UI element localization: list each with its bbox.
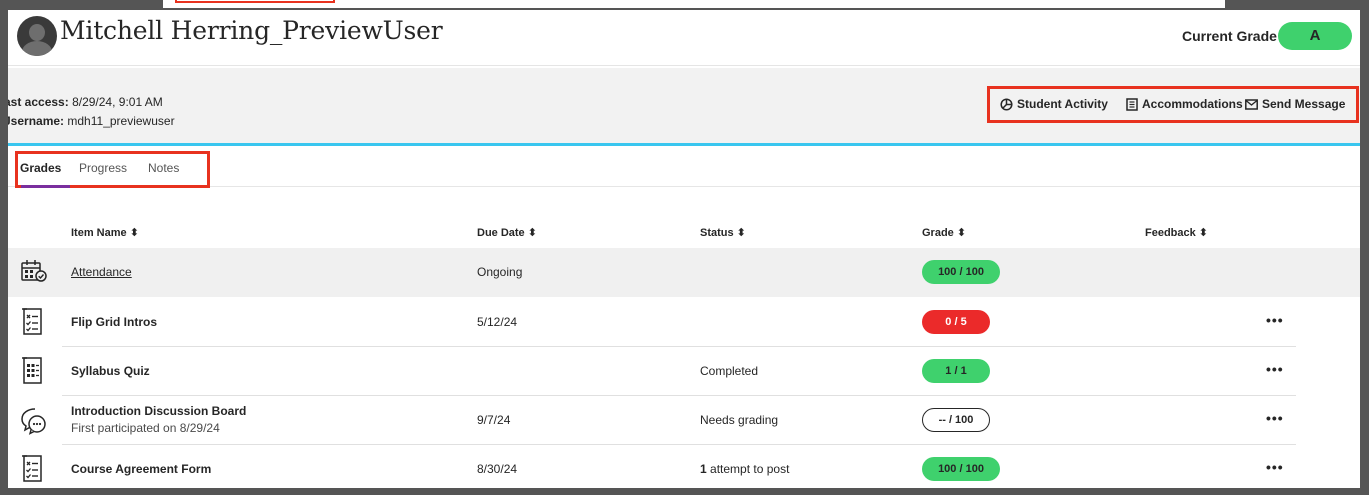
tab-notes[interactable]: Notes <box>148 161 179 175</box>
envelope-icon <box>1245 98 1258 110</box>
item-name[interactable]: Syllabus Quiz <box>71 364 150 378</box>
column-header-grade[interactable]: Grade ⬍ <box>922 226 966 239</box>
status-label: Needs grading <box>700 413 779 427</box>
avatar-head <box>29 24 45 41</box>
accommodations-button[interactable]: Accommodations <box>1126 97 1243 111</box>
participation-note: First participated on 8/29/24 <box>71 421 220 435</box>
last-access-label: ast access: <box>8 95 69 109</box>
due-date: 9/7/24 <box>477 413 511 427</box>
username-label: Jsername: <box>8 114 65 128</box>
status-count: 1 <box>700 462 707 476</box>
status-text: Completed <box>700 364 758 378</box>
accommodations-label: Accommodations <box>1142 97 1243 111</box>
attendance-calendar-icon <box>19 257 49 287</box>
current-grade-label: Current Grade <box>1182 28 1277 44</box>
status-label: attempt to post <box>706 462 790 476</box>
table-row[interactable]: Flip Grid Intros 5/12/24 0 / 5 ••• <box>8 298 1360 347</box>
username-line: Jsername: mdh11_previewuser <box>8 114 175 128</box>
active-tab-indicator <box>21 185 70 188</box>
grade-pill[interactable]: 0 / 5 <box>922 310 990 334</box>
student-info-band: ast access: 8/29/24, 9:01 AM Jsername: m… <box>8 68 1360 146</box>
grade-pill[interactable]: 1 / 1 <box>922 359 990 383</box>
student-activity-label: Student Activity <box>1017 97 1108 111</box>
grade-pill[interactable]: 100 / 100 <box>922 457 1000 481</box>
send-message-label: Send Message <box>1262 97 1346 111</box>
avatar-body <box>22 41 52 56</box>
table-row[interactable]: Introduction Discussion Board First part… <box>8 396 1360 445</box>
due-date: 5/12/24 <box>477 315 518 329</box>
table-row[interactable]: Attendance Ongoing 100 / 100 <box>8 248 1360 297</box>
tab-grades[interactable]: Grades <box>20 161 61 175</box>
item-name-link[interactable]: Attendance <box>71 265 132 279</box>
page-title: Mitchell Herring_PreviewUser <box>60 16 443 45</box>
activity-icon <box>1000 97 1013 111</box>
tab-progress[interactable]: Progress <box>79 161 127 175</box>
status-text: 1 attempt to post <box>700 462 789 476</box>
status-label: Completed <box>700 364 759 378</box>
column-header-item-name[interactable]: Item Name ⬍ <box>71 226 139 239</box>
highlight-box-fragment <box>175 0 335 3</box>
item-name[interactable]: Flip Grid Intros <box>71 315 157 329</box>
table-row[interactable]: Course Agreement Form 8/30/24 1 attempt … <box>8 445 1360 488</box>
more-options-icon[interactable]: ••• <box>1266 312 1284 328</box>
student-grades-panel: Mitchell Herring_PreviewUser Current Gra… <box>8 10 1360 488</box>
window-frame-right <box>1360 0 1369 495</box>
quiz-grid-icon <box>19 356 49 386</box>
username-value: mdh11_previewuser <box>67 114 175 128</box>
item-name[interactable]: Introduction Discussion Board <box>71 404 246 418</box>
student-header: Mitchell Herring_PreviewUser Current Gra… <box>8 10 1360 66</box>
status-text: Needs grading <box>700 413 778 427</box>
due-date: 8/30/24 <box>477 462 518 476</box>
last-access-line: ast access: 8/29/24, 9:01 AM <box>8 95 163 109</box>
grade-pill[interactable]: 100 / 100 <box>922 260 1000 284</box>
more-options-icon[interactable]: ••• <box>1266 459 1284 475</box>
send-message-button[interactable]: Send Message <box>1245 97 1345 111</box>
assignment-checklist-icon <box>19 454 49 484</box>
avatar <box>17 16 57 56</box>
tab-bar: Grades Progress Notes <box>8 149 1360 188</box>
discussion-bubble-icon <box>19 405 49 435</box>
grade-pill[interactable]: -- / 100 <box>922 408 990 432</box>
document-icon <box>1126 97 1138 111</box>
current-grade-badge[interactable]: A <box>1278 22 1352 50</box>
item-name[interactable]: Course Agreement Form <box>71 462 211 476</box>
more-options-icon[interactable]: ••• <box>1266 410 1284 426</box>
student-actions-toolbar: Student Activity Accommodations Send Mes… <box>987 86 1359 123</box>
last-access-value: 8/29/24, 9:01 AM <box>72 95 163 109</box>
column-header-due-date[interactable]: Due Date ⬍ <box>477 226 537 239</box>
due-date: Ongoing <box>477 265 523 279</box>
student-activity-button[interactable]: Student Activity <box>1000 97 1108 111</box>
column-header-feedback[interactable]: Feedback ⬍ <box>1145 226 1208 239</box>
more-options-icon[interactable]: ••• <box>1266 361 1284 377</box>
table-row[interactable]: Syllabus Quiz Completed 1 / 1 ••• <box>8 347 1360 396</box>
column-header-status[interactable]: Status ⬍ <box>700 226 746 239</box>
assignment-checklist-icon <box>19 307 49 337</box>
